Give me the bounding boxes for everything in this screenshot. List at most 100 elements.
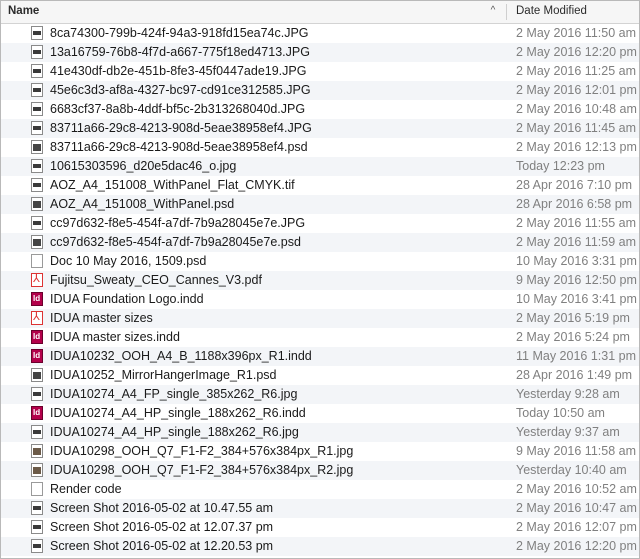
file-row[interactable]: AOZ_A4_151008_WithPanel_Flat_CMYK.tif 28 …	[1, 176, 639, 195]
file-date-modified: 2 May 2016 12:20 pm	[516, 45, 637, 59]
file-row[interactable]: cc97d632-f8e5-454f-a7df-7b9a28045e7e.JPG…	[1, 214, 639, 233]
image-file-icon	[31, 159, 43, 173]
file-row[interactable]: IDUA10298_OOH_Q7_F1-F2_384+576x384px_R1.…	[1, 442, 639, 461]
file-date-modified: 10 May 2016 3:31 pm	[516, 254, 637, 268]
file-name[interactable]: 45e6c3d3-af8a-4327-bc97-cd91ce312585.JPG	[50, 83, 311, 97]
file-name[interactable]: AOZ_A4_151008_WithPanel_Flat_CMYK.tif	[50, 178, 295, 192]
file-name[interactable]: IDUA10274_A4_FP_single_385x262_R6.jpg	[50, 387, 297, 401]
file-row[interactable]: Screen Shot 2016-05-02 at 12.07.37 pm 2 M…	[1, 518, 639, 537]
file-row[interactable]: IDUA Foundation Logo.indd 10 May 2016 3:4…	[1, 290, 639, 309]
file-date-modified: Yesterday 9:28 am	[516, 387, 620, 401]
file-date-modified: 9 May 2016 12:50 pm	[516, 273, 637, 287]
file-name[interactable]: IDUA10298_OOH_Q7_F1-F2_384+576x384px_R1.…	[50, 444, 353, 458]
file-name[interactable]: Render code	[50, 482, 122, 496]
file-name[interactable]: 41e430df-db2e-451b-8fe3-45f0447ade19.JPG	[50, 64, 306, 78]
document-file-icon	[31, 254, 43, 268]
psd-file-icon	[31, 368, 43, 382]
file-name[interactable]: IDUA10232_OOH_A4_B_1188x396px_R1.indd	[50, 349, 312, 363]
image-file-icon	[31, 121, 43, 135]
file-name[interactable]: Screen Shot 2016-05-02 at 12.20.53 pm	[50, 539, 273, 553]
file-row[interactable]: 45e6c3d3-af8a-4327-bc97-cd91ce312585.JPG…	[1, 81, 639, 100]
file-name[interactable]: IDUA Foundation Logo.indd	[50, 292, 204, 306]
document-file-icon	[31, 482, 43, 496]
file-name[interactable]: 83711a66-29c8-4213-908d-5eae38958ef4.JPG	[50, 121, 312, 135]
file-row[interactable]: 8ca74300-799b-424f-94a3-918fd15ea74c.JPG…	[1, 24, 639, 43]
list-header: Name ^ Date Modified	[1, 1, 639, 24]
name-column-header[interactable]: Name	[8, 5, 39, 17]
file-date-modified: 2 May 2016 11:55 am	[516, 216, 636, 230]
image-file-icon	[31, 501, 43, 515]
file-row[interactable]: Fujitsu_Sweaty_CEO_Cannes_V3.pdf 9 May 20…	[1, 271, 639, 290]
file-name[interactable]: Screen Shot 2016-05-02 at 12.07.37 pm	[50, 520, 273, 534]
file-row[interactable]: Render code 2 May 2016 10:52 am	[1, 480, 639, 499]
file-name[interactable]: Fujitsu_Sweaty_CEO_Cannes_V3.pdf	[50, 273, 262, 287]
file-name[interactable]: IDUA10252_MirrorHangerImage_R1.psd	[50, 368, 277, 382]
image-file-icon	[31, 387, 43, 401]
file-row[interactable]: IDUA10274_A4_HP_single_188x262_R6.indd To…	[1, 404, 639, 423]
file-row[interactable]: IDUA10274_A4_FP_single_385x262_R6.jpg Yes…	[1, 385, 639, 404]
file-date-modified: 9 May 2016 11:58 am	[516, 444, 636, 458]
file-name[interactable]: cc97d632-f8e5-454f-a7df-7b9a28045e7e.psd	[50, 235, 301, 249]
file-date-modified: Today 12:23 pm	[516, 159, 605, 173]
column-divider[interactable]	[506, 4, 507, 20]
image-file-icon	[31, 178, 43, 192]
file-date-modified: 2 May 2016 12:20 pm	[516, 539, 637, 553]
file-name[interactable]: 6683cf37-8a8b-4ddf-bf5c-2b313268040d.JPG	[50, 102, 305, 116]
image-file-icon	[31, 520, 43, 534]
file-name[interactable]: IDUA master sizes	[50, 311, 153, 325]
file-row[interactable]: cc97d632-f8e5-454f-a7df-7b9a28045e7e.psd…	[1, 233, 639, 252]
file-row[interactable]: Doc 10 May 2016, 1509.psd 10 May 2016 3:3…	[1, 252, 639, 271]
file-name[interactable]: IDUA10274_A4_HP_single_188x262_R6.jpg	[50, 425, 299, 439]
file-date-modified: 10 May 2016 3:41 pm	[516, 292, 637, 306]
file-date-modified: 2 May 2016 10:48 am	[516, 102, 637, 116]
file-row[interactable]: IDUA master sizes.indd 2 May 2016 5:24 pm	[1, 328, 639, 347]
pdf-file-icon	[31, 272, 43, 287]
file-name[interactable]: 10615303596_d20e5dac46_o.jpg	[50, 159, 236, 173]
file-row[interactable]: Screen Shot 2016-05-02 at 10.47.55 am 2 M…	[1, 499, 639, 518]
file-name[interactable]: AOZ_A4_151008_WithPanel.psd	[50, 197, 234, 211]
file-date-modified: 28 Apr 2016 7:10 pm	[516, 178, 633, 192]
indesign-file-icon	[31, 349, 43, 363]
file-row[interactable]: 41e430df-db2e-451b-8fe3-45f0447ade19.JPG…	[1, 62, 639, 81]
image-file-icon	[31, 45, 43, 59]
file-date-modified: 11 May 2016 1:31 pm	[516, 349, 636, 363]
pdf-file-icon	[31, 310, 43, 325]
file-date-modified: 2 May 2016 12:07 pm	[516, 520, 637, 534]
file-row[interactable]: IDUA10298_OOH_Q7_F1-F2_384+576x384px_R2.…	[1, 461, 639, 480]
file-name[interactable]: IDUA10274_A4_HP_single_188x262_R6.indd	[50, 406, 306, 420]
file-name[interactable]: IDUA master sizes.indd	[50, 330, 180, 344]
date-modified-column-header[interactable]: Date Modified	[516, 5, 587, 17]
file-list: 8ca74300-799b-424f-94a3-918fd15ea74c.JPG…	[1, 24, 639, 556]
file-name[interactable]: IDUA10298_OOH_Q7_F1-F2_384+576x384px_R2.…	[50, 463, 353, 477]
file-name[interactable]: 83711a66-29c8-4213-908d-5eae38958ef4.psd	[50, 140, 308, 154]
file-date-modified: Yesterday 9:37 am	[516, 425, 620, 439]
file-name[interactable]: Doc 10 May 2016, 1509.psd	[50, 254, 206, 268]
file-row[interactable]: 83711a66-29c8-4213-908d-5eae38958ef4.psd…	[1, 138, 639, 157]
file-row[interactable]: IDUA10232_OOH_A4_B_1188x396px_R1.indd 11 …	[1, 347, 639, 366]
file-name[interactable]: Screen Shot 2016-05-02 at 10.47.55 am	[50, 501, 273, 515]
file-name[interactable]: 8ca74300-799b-424f-94a3-918fd15ea74c.JPG	[50, 26, 309, 40]
sort-ascending-icon[interactable]: ^	[487, 3, 499, 19]
file-date-modified: Yesterday 10:40 am	[516, 463, 627, 477]
file-row[interactable]: IDUA10274_A4_HP_single_188x262_R6.jpg Yes…	[1, 423, 639, 442]
photo-file-icon	[31, 463, 43, 477]
file-name[interactable]: cc97d632-f8e5-454f-a7df-7b9a28045e7e.JPG	[50, 216, 305, 230]
file-row[interactable]: IDUA master sizes 2 May 2016 5:19 pm	[1, 309, 639, 328]
psd-file-icon	[31, 235, 43, 249]
file-name[interactable]: 13a16759-76b8-4f7d-a667-775f18ed4713.JPG	[50, 45, 310, 59]
photo-file-icon	[31, 444, 43, 458]
image-file-icon	[31, 64, 43, 78]
image-file-icon	[31, 425, 43, 439]
file-row[interactable]: AOZ_A4_151008_WithPanel.psd 28 Apr 2016 6…	[1, 195, 639, 214]
image-file-icon	[31, 102, 43, 116]
file-row[interactable]: 83711a66-29c8-4213-908d-5eae38958ef4.JPG…	[1, 119, 639, 138]
file-date-modified: 2 May 2016 12:01 pm	[516, 83, 637, 97]
file-row[interactable]: 6683cf37-8a8b-4ddf-bf5c-2b313268040d.JPG…	[1, 100, 639, 119]
file-row[interactable]: 10615303596_d20e5dac46_o.jpg Today 12:23 …	[1, 157, 639, 176]
file-row[interactable]: Screen Shot 2016-05-02 at 12.20.53 pm 2 M…	[1, 537, 639, 556]
file-row[interactable]: IDUA10252_MirrorHangerImage_R1.psd 28 Apr…	[1, 366, 639, 385]
file-date-modified: 2 May 2016 11:45 am	[516, 121, 636, 135]
file-date-modified: 2 May 2016 10:52 am	[516, 482, 637, 496]
file-date-modified: 2 May 2016 11:59 am	[516, 235, 636, 249]
file-row[interactable]: 13a16759-76b8-4f7d-a667-775f18ed4713.JPG…	[1, 43, 639, 62]
